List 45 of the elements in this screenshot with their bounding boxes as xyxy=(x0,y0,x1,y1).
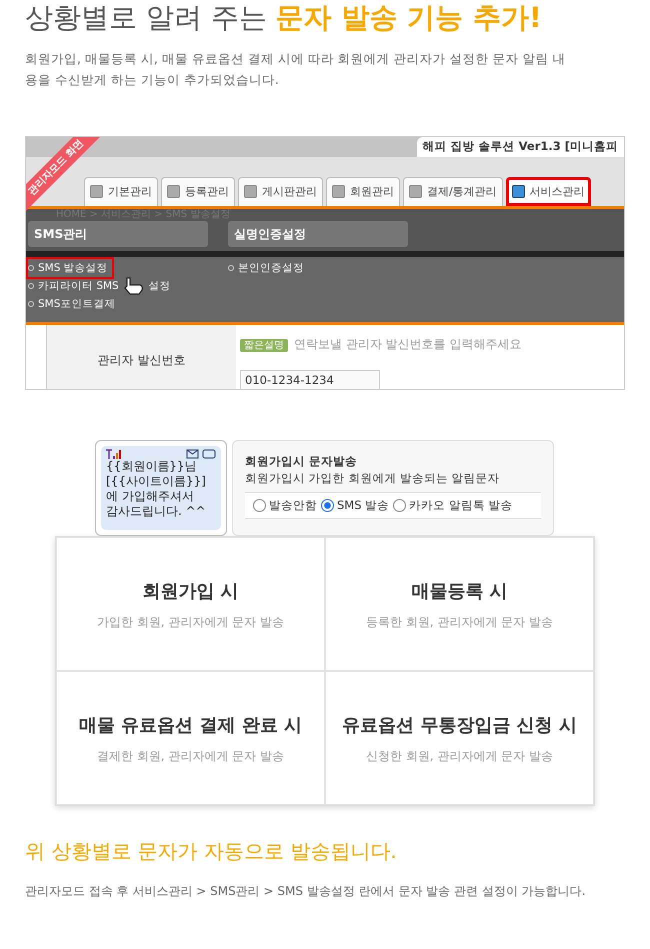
hand-cursor-icon xyxy=(122,277,145,295)
message-line: [{{사이트이름}}] xyxy=(106,474,207,489)
menu-tab[interactable]: 결제/통계관리 xyxy=(403,176,503,206)
product-title: 해피 집방 솔루션 Ver1.3 [미니홈피 xyxy=(416,137,624,157)
summary-text: 위 상황별로 문자가 자동으로 발송됩니다. xyxy=(25,838,398,865)
situation-title: 매물 유료옵션 결제 완료 시 xyxy=(78,714,302,738)
situation-subtitle: 등록한 회원, 관리자에게 문자 발송 xyxy=(366,614,554,630)
radio-button[interactable] xyxy=(393,498,406,512)
option-label[interactable]: 발송안함 xyxy=(269,496,317,514)
menu-item[interactable]: SMS 발송설정 xyxy=(28,259,112,277)
situation-subtitle: 신청한 회원, 관리자에게 문자 발송 xyxy=(366,748,554,764)
situation-title: 유료옵션 무통장입금 신청 시 xyxy=(342,714,577,738)
menu-tab[interactable]: 기본관리 xyxy=(84,176,158,206)
menu-tab[interactable]: 게시판관리 xyxy=(238,176,323,206)
message-line: 감사드립니다. ^^ xyxy=(106,504,207,519)
option-label[interactable]: SMS 발송 xyxy=(337,496,390,514)
envelope-icon xyxy=(186,449,216,459)
menu-item[interactable]: 본인인증설정 xyxy=(228,259,408,277)
option-label[interactable]: 카카오 알림톡 발송 xyxy=(409,496,512,514)
hint-text: 연락보낼 관리자 발신번호를 입력해주세요 xyxy=(294,337,522,351)
setting-title: 회원가입시 문자발송 xyxy=(245,453,358,470)
setting-description: 회원가입시 가입한 회원에게 발송되는 알림문자 xyxy=(245,470,501,488)
intro-text: 회원가입, 매물등록 시, 매물 유료옵션 결제 시에 따라 회원에게 관리자가 설정한 문자 알림 내용을 수신받게 하는 기능이 추가되었습니다. xyxy=(24,50,567,89)
menu-heading: 실명인증설정 xyxy=(228,221,408,247)
message-line: 에 가입해주셔서 xyxy=(106,489,195,504)
menu-item[interactable]: 카피라이터 SMS 설정 xyxy=(28,277,208,295)
situation-title: 매물등록 시 xyxy=(411,580,508,604)
radio-button[interactable] xyxy=(253,498,266,512)
message-line: {{회원이름}}님 xyxy=(106,459,198,474)
menu-tab[interactable]: 등록관리 xyxy=(161,176,235,206)
menu-tab[interactable]: 서비스관리 xyxy=(506,176,591,206)
heading-text: 상황별로 알려 주는 xyxy=(25,1,267,34)
situation-subtitle: 가입한 회원, 관리자에게 문자 발송 xyxy=(96,614,284,630)
menu-item[interactable]: SMS포인트결제 xyxy=(28,295,208,313)
situation-subtitle: 결제한 회원, 관리자에게 문자 발송 xyxy=(96,748,284,764)
hint-badge: 짧은설명 xyxy=(240,339,288,352)
situation-title: 회원가입 시 xyxy=(142,580,239,604)
menu-heading: SMS관리 xyxy=(28,221,208,247)
heading-highlight: 문자 발송 기능 추가! xyxy=(276,1,542,34)
menu-tab[interactable]: 회원관리 xyxy=(326,176,400,206)
form-label: 관리자 발신번호 xyxy=(46,325,236,389)
radio-button[interactable] xyxy=(321,498,334,512)
phone-number-field[interactable]: 010-1234-1234 xyxy=(240,370,380,389)
signal-icon xyxy=(106,449,122,459)
footnote-text: 관리자모드 접속 후 서비스관리 > SMS관리 > SMS 발송설정 란에서 문자 발송 관련 설정이 가능합니다. xyxy=(25,883,587,900)
